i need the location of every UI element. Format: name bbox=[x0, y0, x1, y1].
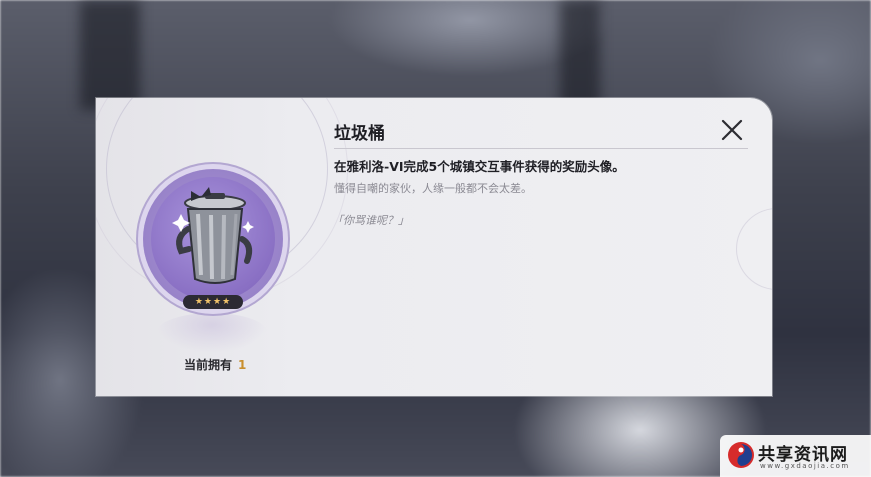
watermark-logo-icon bbox=[728, 442, 754, 468]
flavor-text: 懂得自嘲的家伙，人缘一般都不会太差。 bbox=[334, 182, 532, 195]
avatar-detail-dialog: ★★★★ 当前拥有 1 垃圾桶 在雅利洛-VI完成5个城镇交互事件获得的奖励头像。… bbox=[96, 98, 772, 396]
rarity-stars: ★★★★ bbox=[183, 295, 243, 309]
trash-can-icon bbox=[172, 187, 254, 284]
owned-label: 当前拥有 bbox=[184, 358, 233, 372]
owned-count-row: 当前拥有 1 bbox=[184, 356, 246, 373]
item-quote: 「你骂谁呢？」 bbox=[332, 214, 409, 227]
background-shape bbox=[560, 0, 600, 110]
item-description: 在雅利洛-VI完成5个城镇交互事件获得的奖励头像。 bbox=[334, 159, 625, 174]
close-icon bbox=[721, 119, 743, 141]
watermark-url: www.gxdaojia.com bbox=[760, 462, 850, 470]
owned-count: 1 bbox=[238, 358, 247, 372]
decorative-ring bbox=[736, 208, 772, 290]
site-watermark: 共享资讯网 www.gxdaojia.com bbox=[720, 435, 871, 477]
avatar-frame bbox=[143, 169, 283, 309]
dialog-title: 垃圾桶 bbox=[334, 124, 385, 144]
close-button[interactable] bbox=[718, 116, 746, 144]
title-divider bbox=[334, 148, 748, 149]
background-shape bbox=[80, 0, 140, 110]
avatar-reflection bbox=[156, 313, 268, 353]
